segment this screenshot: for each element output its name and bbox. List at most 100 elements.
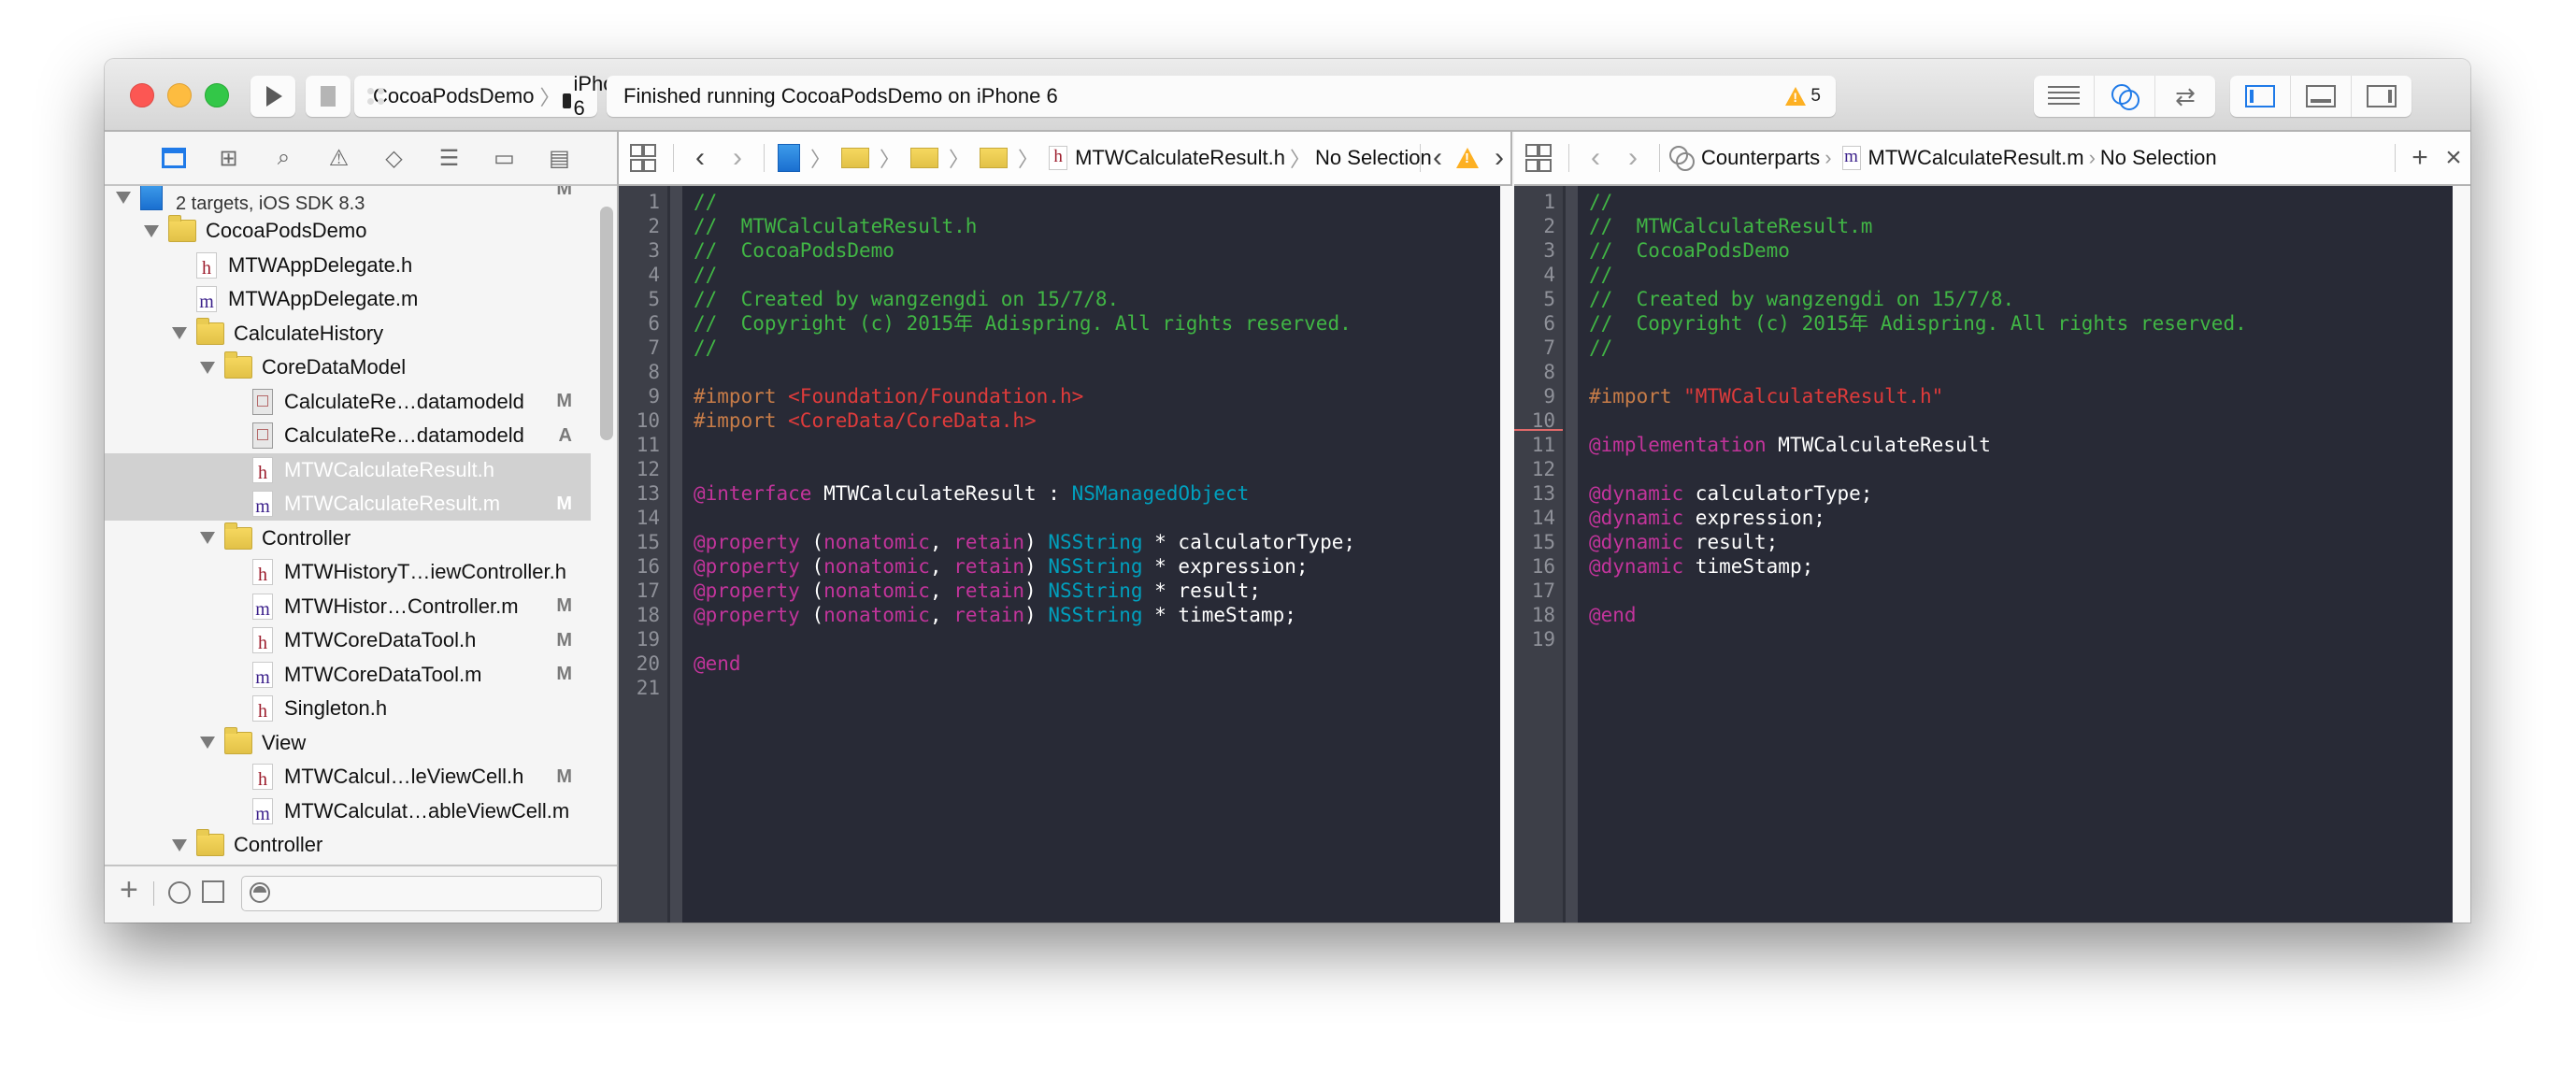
standard-editor-button[interactable] xyxy=(2034,76,2095,117)
folder-row[interactable]: CalculateHistory xyxy=(105,317,591,351)
file-row[interactable]: m MTWHistor…Controller.m M xyxy=(105,590,591,623)
close-assistant-editor-button[interactable]: × xyxy=(2437,142,2470,174)
code-line[interactable]: // xyxy=(1589,263,1612,287)
disclosure-triangle-icon[interactable] xyxy=(172,838,187,851)
code-line[interactable]: // CocoaPodsDemo xyxy=(694,238,894,263)
code-line[interactable]: // CocoaPodsDemo xyxy=(1589,238,1790,263)
file-row[interactable]: h Singleton.h xyxy=(105,692,591,725)
run-button[interactable] xyxy=(250,76,295,117)
assistant-code-area[interactable]: 1 // 2 // MTWCalculateResult.m 3 // CocoaPods… xyxy=(1514,186,2470,923)
navigator-filter-input[interactable] xyxy=(241,876,602,911)
go-back-button[interactable]: ‹ xyxy=(681,142,719,174)
zoom-window-button[interactable] xyxy=(205,83,229,107)
primary-code-area[interactable]: 1 // 2 // MTWCalculateResult.h 3 // CocoaPods… xyxy=(619,186,1617,923)
tab-breakpoint-navigator[interactable]: ▭ xyxy=(477,139,532,177)
disclosure-triangle-icon[interactable] xyxy=(200,361,215,374)
go-forward-button[interactable]: › xyxy=(719,142,756,174)
warning-counter[interactable]: 5 xyxy=(1785,76,1821,117)
previous-issue-button[interactable]: ‹ xyxy=(1428,142,1447,174)
scm-status-filter-icon[interactable] xyxy=(202,880,224,903)
code-line[interactable]: @property (nonatomic, retain) NSString *… xyxy=(694,579,1261,603)
code-line[interactable]: @implementation MTWCalculateResult xyxy=(1589,433,1991,457)
toggle-utilities-button[interactable] xyxy=(2352,76,2411,117)
vertical-scrollbar[interactable] xyxy=(2453,186,2470,923)
code-line[interactable]: // xyxy=(694,336,717,360)
disclosure-triangle-icon[interactable] xyxy=(144,224,159,237)
tab-project-navigator[interactable] xyxy=(146,139,201,177)
file-row[interactable]: h MTWCalculateResult.h xyxy=(105,452,591,487)
close-window-button[interactable] xyxy=(130,83,154,107)
code-line[interactable]: #import "MTWCalculateResult.h" xyxy=(1589,384,1943,408)
code-line[interactable]: @end xyxy=(694,651,741,676)
go-back-button[interactable]: ‹ xyxy=(1577,142,1614,174)
folder-breadcrumb-icon[interactable] xyxy=(841,148,870,168)
tab-report-navigator[interactable]: ▤ xyxy=(532,139,587,177)
project-root-row[interactable]: 2 targets, iOS SDK 8.3 M xyxy=(105,186,591,214)
file-row[interactable]: h MTWHistoryT…iewController.h xyxy=(105,555,591,589)
code-line[interactable]: // MTWCalculateResult.m xyxy=(1589,214,1872,238)
jump-bar-selection[interactable]: No Selection xyxy=(2100,146,2217,170)
warning-icon[interactable] xyxy=(1456,148,1479,168)
project-breadcrumb-icon[interactable] xyxy=(778,144,800,172)
tab-debug-navigator[interactable]: ☰ xyxy=(422,139,477,177)
code-line[interactable]: // xyxy=(1589,190,1612,214)
version-editor-button[interactable]: ⇄ xyxy=(2155,76,2215,117)
code-folding-ribbon[interactable] xyxy=(1566,186,1578,923)
tab-test-navigator[interactable]: ◇ xyxy=(366,139,422,177)
related-items-icon[interactable] xyxy=(1525,144,1552,172)
code-line[interactable]: // Created by wangzengdi on 15/7/8. xyxy=(694,287,1119,311)
folder-row[interactable]: CocoaPodsDemo xyxy=(105,214,591,248)
folder-row[interactable]: Controller xyxy=(105,522,591,555)
scheme-selector[interactable]: CocoaPodsDemo 〉 iPhone 6 xyxy=(354,72,637,120)
code-line[interactable]: // xyxy=(1589,336,1612,360)
code-line[interactable]: @end xyxy=(1589,603,1637,627)
code-line[interactable]: // Copyright (c) 2015年 Adispring. All ri… xyxy=(1589,311,2247,336)
next-issue-button[interactable]: › xyxy=(1488,142,1510,174)
file-row[interactable]: m MTWCalculateResult.m M xyxy=(105,487,591,521)
related-items-icon[interactable] xyxy=(630,144,656,172)
go-forward-button[interactable]: › xyxy=(1614,142,1652,174)
code-line[interactable]: @property (nonatomic, retain) NSString *… xyxy=(694,530,1355,554)
tab-issue-navigator[interactable]: ⚠ xyxy=(311,139,366,177)
tab-find-navigator[interactable]: ⌕ xyxy=(256,139,311,177)
file-row[interactable]: m MTWCoreDataTool.m M xyxy=(105,658,591,692)
folder-row[interactable]: CoreDataModel xyxy=(105,351,591,384)
disclosure-triangle-icon[interactable] xyxy=(200,532,215,544)
code-line[interactable]: // MTWCalculateResult.h xyxy=(694,214,977,238)
folder-breadcrumb-icon[interactable] xyxy=(910,148,939,168)
code-line[interactable]: @property (nonatomic, retain) NSString *… xyxy=(694,603,1296,627)
disclosure-triangle-icon[interactable] xyxy=(200,737,215,749)
code-line[interactable]: @dynamic expression; xyxy=(1589,506,1825,530)
file-row[interactable]: CalculateRe…datamodeld A xyxy=(105,419,591,452)
file-row[interactable]: m MTWAppDelegate.m xyxy=(105,282,591,316)
code-folding-ribbon[interactable] xyxy=(670,186,682,923)
add-assistant-editor-button[interactable]: + xyxy=(2403,142,2437,174)
code-line[interactable]: // Created by wangzengdi on 15/7/8. xyxy=(1589,287,2014,311)
file-row[interactable]: h MTWAppDelegate.h xyxy=(105,249,591,282)
code-line[interactable]: @dynamic timeStamp; xyxy=(1589,554,1813,579)
folder-row[interactable]: Controller xyxy=(105,828,591,862)
code-line[interactable]: #import <CoreData/CoreData.h> xyxy=(694,408,1037,433)
code-line[interactable]: #import <Foundation/Foundation.h> xyxy=(694,384,1083,408)
add-file-button[interactable]: + xyxy=(120,872,138,908)
file-row[interactable]: CalculateRe…datamodeld M xyxy=(105,385,591,419)
file-row[interactable]: m MTWCalculat…ableViewCell.m xyxy=(105,794,591,828)
jump-bar-mode[interactable]: Counterparts xyxy=(1701,146,1820,170)
code-line[interactable]: // xyxy=(694,263,717,287)
file-row[interactable]: h MTWCoreDataTool.h M xyxy=(105,623,591,657)
file-row[interactable]: h MTWCalcul…leViewCell.h M xyxy=(105,760,591,794)
folder-breadcrumb-icon[interactable] xyxy=(980,148,1009,168)
toggle-navigator-button[interactable] xyxy=(2230,76,2291,117)
recent-files-filter-icon[interactable] xyxy=(168,881,191,904)
toggle-debug-area-button[interactable] xyxy=(2291,76,2352,117)
minimize-window-button[interactable] xyxy=(167,83,192,107)
folder-row[interactable]: View xyxy=(105,726,591,760)
sidebar-scrollbar[interactable] xyxy=(600,207,613,440)
code-line[interactable]: @dynamic result; xyxy=(1589,530,1778,554)
jump-bar-file[interactable]: MTWCalculateResult.h xyxy=(1075,146,1285,170)
stop-button[interactable] xyxy=(306,76,351,117)
assistant-editor-button[interactable] xyxy=(2095,76,2155,117)
code-line[interactable]: @interface MTWCalculateResult : NSManage… xyxy=(694,481,1249,506)
code-line[interactable]: @property (nonatomic, retain) NSString *… xyxy=(694,554,1309,579)
scheme-name[interactable]: CocoaPodsDemo xyxy=(373,84,534,108)
